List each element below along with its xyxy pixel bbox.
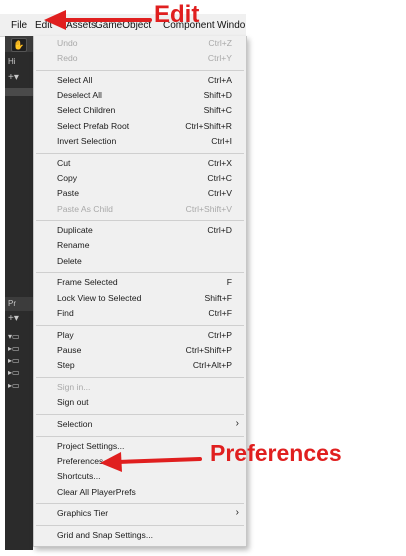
annotation-arrows bbox=[44, 10, 202, 472]
edit-arrow-icon bbox=[44, 10, 152, 30]
preferences-annotation: Preferences bbox=[210, 440, 342, 466]
edit-annotation: Edit bbox=[154, 1, 200, 28]
preferences-arrow-icon bbox=[100, 452, 202, 472]
